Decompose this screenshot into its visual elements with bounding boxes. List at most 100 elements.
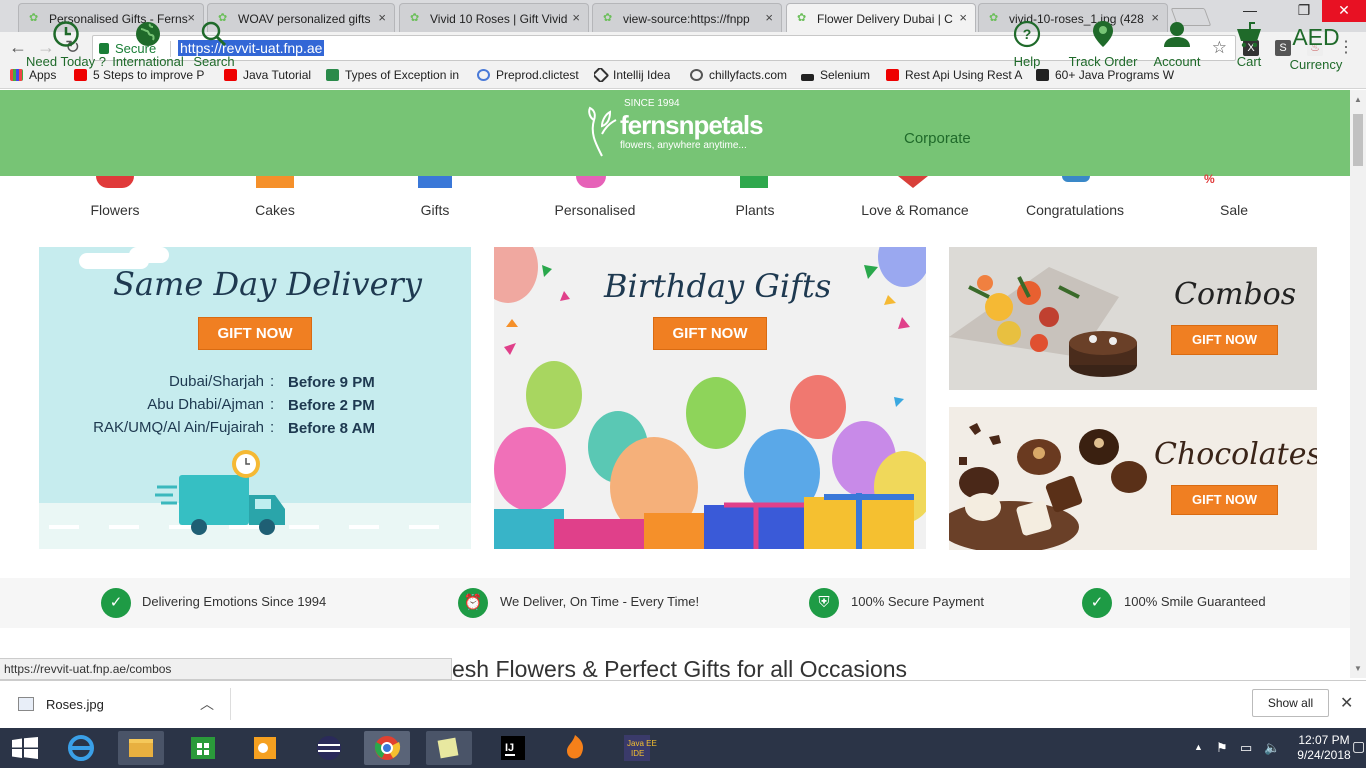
chrome-icon[interactable] (364, 731, 410, 765)
tray-volume-icon[interactable]: 🔈 (1264, 740, 1280, 756)
intellij-app-icon[interactable]: IJ (490, 731, 536, 765)
fnp-favicon-icon: ✿ (603, 12, 613, 24)
international-link[interactable]: International (110, 0, 186, 86)
trust-on-time: We Deliver, On Time - Every Time! (500, 594, 700, 609)
trust-delivering-emotions: Delivering Emotions Since 1994 (142, 594, 327, 609)
bookmark-label: Rest Api Using Rest A (905, 68, 1023, 82)
scroll-up-icon[interactable]: ▲ (1354, 95, 1362, 104)
close-icon[interactable]: × (572, 10, 580, 25)
gift-now-button[interactable]: GIFT NOW (1171, 325, 1278, 355)
fnp-favicon-icon: ✿ (989, 12, 999, 24)
tray-flag-icon[interactable]: ⚑ (1216, 740, 1228, 756)
svg-text:Java EE: Java EE (627, 739, 657, 748)
help-link[interactable]: ? Help (1006, 0, 1048, 86)
store-icon[interactable] (180, 731, 226, 765)
notifications-icon[interactable]: ▢ (1352, 738, 1365, 755)
cart-icon (1237, 22, 1261, 48)
tab-title: view-source:https://fnpp (623, 12, 750, 26)
need-today-label: Need Today ? (26, 54, 106, 69)
chocolates-banner[interactable]: Chocolates GIFT NOW (949, 407, 1317, 550)
cart-link[interactable]: Cart (1228, 0, 1270, 86)
delivery-truck-icon (155, 450, 285, 535)
tab-view-source[interactable]: ✿ view-source:https://fnpp × (592, 3, 782, 32)
combos-banner[interactable]: Combos GIFT NOW (949, 247, 1317, 390)
banner-title: Same Day Delivery (113, 265, 422, 303)
category-personalised[interactable]: Personalised (525, 202, 665, 218)
bookmark-rest-api[interactable]: Rest Api Using Rest A (886, 68, 1024, 82)
banner-title: Combos (1174, 277, 1297, 312)
close-shelf-icon[interactable]: ✕ (1340, 693, 1353, 713)
sticky-notes-icon[interactable] (426, 731, 472, 765)
banner-title: Birthday Gifts (604, 267, 832, 305)
birthday-gifts-banner[interactable]: Birthday Gifts GIFT NOW (494, 247, 926, 549)
tray-expand-icon[interactable]: ▲ (1194, 742, 1203, 752)
search-icon (201, 21, 227, 47)
tab-vivid-roses[interactable]: ✿ Vivid 10 Roses | Gift Vivid × (399, 3, 589, 32)
track-order-link[interactable]: Track Order (1066, 0, 1140, 86)
page-scrollbar[interactable]: ▲ ▼ (1350, 90, 1366, 678)
delivery-place: RAK/UMQ/Al Ain/Fujairah (93, 419, 264, 436)
category-congratulations[interactable]: Congratulations (1005, 202, 1145, 218)
fnp-logo[interactable]: SINCE 1994 fernsnpetals flowers, anywher… (586, 98, 766, 158)
delivery-place: Dubai/Sharjah (168, 373, 264, 390)
bookmark-intellij[interactable]: Intellij Idea (594, 68, 670, 82)
help-icon: ? (1013, 20, 1041, 48)
bookmark-chillyfacts[interactable]: chillyfacts.com (690, 68, 787, 82)
love-category-icon (898, 176, 928, 188)
flowers-category-icon (96, 176, 134, 188)
java-ee-ide-icon[interactable]: Java EE IDE (614, 731, 660, 765)
eclipse-icon[interactable] (306, 731, 352, 765)
status-bar-url: https://revvit-uat.fnp.ae/combos (0, 658, 452, 680)
gift-now-button[interactable]: GIFT NOW (1171, 485, 1278, 515)
internet-explorer-icon[interactable] (58, 731, 104, 765)
bookmark-preprod[interactable]: Preprod.clictest (477, 68, 579, 82)
sale-category-icon: % (1204, 172, 1215, 186)
windows-start-icon[interactable] (12, 737, 38, 759)
tab-flower-delivery[interactable]: ✿ Flower Delivery Dubai | C × (786, 3, 976, 32)
trust-secure-payment: 100% Secure Payment (851, 594, 984, 609)
gift-now-button[interactable]: GIFT NOW (198, 317, 312, 350)
delivery-colons: ::: (270, 373, 275, 436)
system-clock[interactable]: 12:07 PM 9/24/2018 (1294, 733, 1354, 763)
corporate-link[interactable]: Corporate (904, 130, 971, 147)
category-label: Plants (735, 202, 775, 218)
category-flowers[interactable]: Flowers (45, 202, 185, 218)
chillyfacts-icon (690, 69, 703, 81)
account-link[interactable]: Account (1150, 0, 1204, 86)
section-heading: esh Flowers & Perfect Gifts for all Occa… (452, 656, 908, 682)
fnp-favicon-icon: ✿ (410, 12, 420, 24)
bookmark-types-of-exception[interactable]: Types of Exception in (326, 68, 464, 82)
chevron-up-icon[interactable]: ︿ (200, 694, 214, 714)
category-label: Gifts (420, 202, 450, 218)
bookmark-label: Selenium (820, 68, 871, 82)
bookmark-star-icon[interactable]: ☆ (1212, 38, 1227, 58)
same-day-delivery-banner[interactable]: Same Day Delivery GIFT NOW Dubai/Sharjah… (39, 247, 471, 549)
svg-text:IDE: IDE (631, 749, 644, 758)
bookmark-label: chillyfacts.com (709, 68, 788, 82)
close-icon[interactable]: × (765, 10, 773, 25)
bookmark-selenium[interactable]: Selenium (801, 68, 870, 82)
need-today-link[interactable]: Need Today ? (24, 0, 108, 86)
category-gifts[interactable]: Gifts (365, 202, 505, 218)
close-icon[interactable]: × (959, 10, 967, 25)
currency-selector[interactable]: AED Currency (1286, 0, 1346, 86)
outlook-icon[interactable] (242, 731, 288, 765)
close-icon[interactable]: × (378, 10, 386, 25)
scroll-thumb[interactable] (1353, 114, 1363, 166)
address-bar[interactable]: Secure https://revvit-uat.fnp.ae ☆ (92, 35, 1236, 61)
svg-text:?: ? (1023, 26, 1032, 42)
show-all-button[interactable]: Show all (1252, 689, 1329, 717)
category-sale[interactable]: Sale (1164, 202, 1304, 218)
search-link[interactable]: Search (188, 0, 240, 86)
image-file-icon (18, 697, 34, 711)
category-love-romance[interactable]: Love & Romance (845, 202, 985, 218)
tray-network-icon[interactable]: ▭ (1240, 740, 1252, 756)
gift-now-button[interactable]: GIFT NOW (653, 317, 767, 350)
category-cakes[interactable]: Cakes (205, 202, 345, 218)
file-explorer-icon[interactable] (118, 731, 164, 765)
firefox-app-icon[interactable] (552, 731, 598, 765)
bookmark-label: Preprod.clictest (496, 68, 579, 82)
scroll-down-icon[interactable]: ▼ (1354, 664, 1362, 673)
category-plants[interactable]: Plants (685, 202, 825, 218)
download-item[interactable]: Roses.jpg (18, 697, 104, 712)
